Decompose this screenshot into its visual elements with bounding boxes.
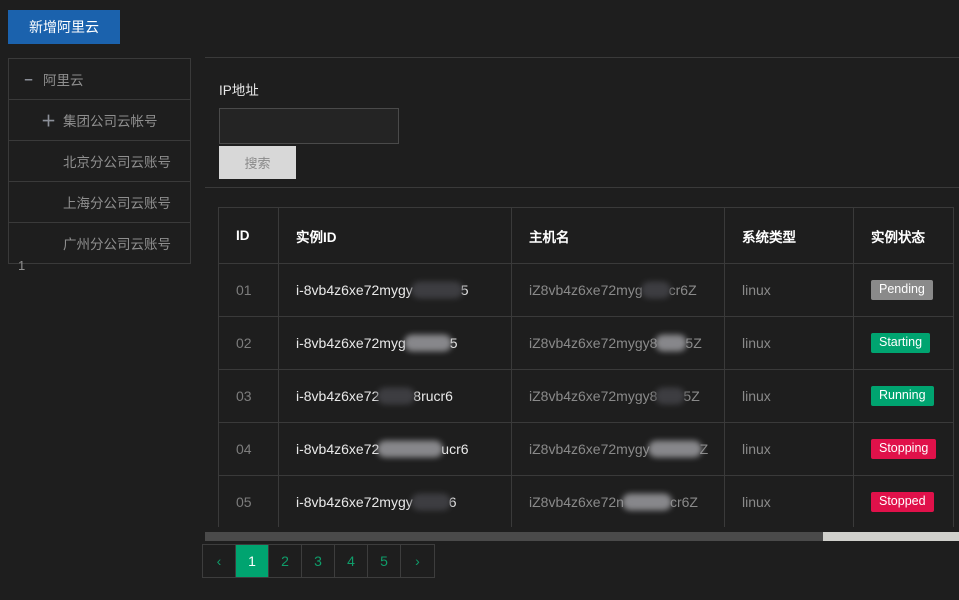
tree-footnote: 1 [18, 258, 26, 273]
cell-hostname-suffix: cr6Z [668, 282, 697, 298]
cell-hostname-suffix: 5Z [685, 335, 702, 351]
cell-instance-id: i-8vb4z6xe72 8rucr6 [278, 369, 512, 423]
redaction-patch [377, 387, 415, 405]
scrollbar-thumb[interactable] [205, 532, 824, 541]
cell-id: 02 [218, 316, 279, 370]
pagination-page-5[interactable]: 5 [368, 545, 401, 577]
cell-instance-id-prefix: i-8vb4z6xe72mygy [296, 282, 413, 298]
cell-instance-id: i-8vb4z6xe72mygy 5 [278, 263, 512, 317]
cell-hostname-prefix: iZ8vb4z6xe72n [529, 494, 624, 510]
cell-os-type: linux [724, 369, 854, 423]
pagination-prev[interactable]: ‹ [203, 545, 236, 577]
cell-id: 04 [218, 422, 279, 476]
tree-item-label: 集团公司云帐号 [63, 114, 158, 129]
pagination-next[interactable]: › [401, 545, 434, 577]
redaction-patch [641, 281, 671, 299]
column-header-4: 实例状态 [853, 207, 954, 264]
column-header-1: 实例ID [278, 207, 512, 264]
cell-os-type: linux [724, 263, 854, 317]
tree-item-3[interactable]: 上海分公司云账号 [9, 182, 190, 223]
cell-id: 05 [218, 475, 279, 527]
pagination-page-1[interactable]: 1 [236, 545, 269, 577]
ip-address-label: IP地址 [219, 83, 259, 98]
cell-hostname: iZ8vb4z6xe72mygy Z [511, 422, 725, 476]
cell-instance-id-prefix: i-8vb4z6xe72mygy [296, 494, 413, 510]
cell-hostname-suffix: cr6Z [669, 494, 698, 510]
cell-hostname: iZ8vb4z6xe72mygy8 5Z [511, 316, 725, 370]
cell-id: 01 [218, 263, 279, 317]
cloud-account-tree: – 阿里云 ＋ 集团公司云帐号 北京分公司云账号 上海分公司云账号 广州分公司云账号 [8, 58, 191, 264]
redaction-patch [622, 493, 672, 511]
cell-hostname: iZ8vb4z6xe72mygy8 5Z [511, 369, 725, 423]
cell-os-type: linux [724, 316, 854, 370]
cell-instance-state: Starting [853, 316, 954, 370]
tree-item-label: 北京分公司云账号 [63, 155, 171, 170]
instance-table-panel: ID 实例ID 主机名 系统类型 实例状态 01 i-8vb4z6xe72mygy 5 iZ8… [205, 187, 959, 527]
table-row[interactable]: 03 i-8vb4z6xe72 8rucr6 iZ8vb4z6xe72mygy8 5Z l… [218, 369, 954, 423]
cell-instance-state: Stopped [853, 475, 954, 527]
cell-instance-id-suffix: 8rucr6 [413, 388, 453, 404]
cell-hostname-prefix: iZ8vb4z6xe72myg [529, 282, 643, 298]
status-badge: Stopped [871, 491, 934, 513]
tree-item-4[interactable]: 广州分公司云账号 [9, 223, 190, 264]
cell-instance-id-prefix: i-8vb4z6xe72myg [296, 335, 406, 351]
cell-hostname-prefix: iZ8vb4z6xe72mygy [529, 441, 650, 457]
cell-hostname-prefix: iZ8vb4z6xe72mygy8 [529, 388, 658, 404]
redaction-patch [404, 334, 452, 352]
tree-item-2[interactable]: 北京分公司云账号 [9, 141, 190, 182]
column-header-2: 主机名 [511, 207, 725, 264]
status-badge: Stopping [871, 438, 937, 460]
tree-item-0[interactable]: – 阿里云 [9, 59, 190, 100]
cell-instance-id-suffix: ucr6 [441, 441, 469, 457]
tree-item-label: 广州分公司云账号 [63, 237, 171, 252]
status-badge: Pending [871, 279, 933, 301]
cell-instance-state: Running [853, 369, 954, 423]
column-header-3: 系统类型 [724, 207, 854, 264]
add-aliyun-button[interactable]: 新增阿里云 [8, 10, 120, 44]
status-badge: Running [871, 385, 934, 407]
ip-address-input[interactable] [219, 108, 399, 144]
redaction-patch [655, 334, 687, 352]
tree-item-label: 上海分公司云账号 [63, 196, 171, 211]
instance-table: ID 实例ID 主机名 系统类型 实例状态 01 i-8vb4z6xe72mygy 5 iZ8… [218, 207, 954, 527]
redaction-patch [411, 281, 463, 299]
search-button[interactable]: 搜索 [219, 146, 296, 179]
cell-instance-id-prefix: i-8vb4z6xe72 [296, 388, 380, 404]
cell-hostname-suffix: 5Z [683, 388, 700, 404]
redaction-patch [648, 440, 702, 458]
search-panel: IP地址 搜索 [205, 57, 959, 187]
redaction-patch [655, 387, 685, 405]
redaction-patch [377, 440, 443, 458]
cell-hostname-prefix: iZ8vb4z6xe72mygy8 [529, 335, 658, 351]
cell-instance-id-prefix: i-8vb4z6xe72 [296, 441, 380, 457]
plus-icon[interactable]: ＋ [41, 110, 56, 131]
cell-id: 03 [218, 369, 279, 423]
redaction-patch [411, 493, 451, 511]
minus-icon[interactable]: – [21, 71, 36, 88]
table-row[interactable]: 02 i-8vb4z6xe72myg 5 iZ8vb4z6xe72mygy8 5Z lin… [218, 316, 954, 370]
pagination-page-2[interactable]: 2 [269, 545, 302, 577]
app-root: 新增阿里云 – 阿里云 ＋ 集团公司云帐号 北京分公司云账号 上海分公司云账号 广州分公司云… [0, 0, 959, 600]
cell-instance-state: Stopping [853, 422, 954, 476]
column-header-0: ID [218, 207, 279, 264]
horizontal-scrollbar[interactable] [205, 532, 959, 541]
table-row[interactable]: 01 i-8vb4z6xe72mygy 5 iZ8vb4z6xe72myg cr6Z li… [218, 263, 954, 317]
cell-instance-id: i-8vb4z6xe72 ucr6 [278, 422, 512, 476]
cell-instance-id: i-8vb4z6xe72myg 5 [278, 316, 512, 370]
tree-item-label: 阿里云 [43, 73, 84, 88]
cell-hostname: iZ8vb4z6xe72myg cr6Z [511, 263, 725, 317]
table-row[interactable]: 04 i-8vb4z6xe72 ucr6 iZ8vb4z6xe72mygy Zlinux… [218, 422, 954, 476]
tree-item-1[interactable]: ＋ 集团公司云帐号 [9, 100, 190, 141]
table-row[interactable]: 05 i-8vb4z6xe72mygy 6 iZ8vb4z6xe72n cr6Z linu… [218, 475, 954, 527]
status-badge: Starting [871, 332, 931, 354]
pagination-page-4[interactable]: 4 [335, 545, 368, 577]
table-header-row: ID 实例ID 主机名 系统类型 实例状态 [218, 207, 954, 264]
cell-instance-id: i-8vb4z6xe72mygy 6 [278, 475, 512, 527]
cell-instance-state: Pending [853, 263, 954, 317]
pagination: ‹ 1 2 3 4 5 › [202, 544, 435, 578]
cell-os-type: linux [724, 422, 854, 476]
pagination-page-3[interactable]: 3 [302, 545, 335, 577]
cell-os-type: linux [724, 475, 854, 527]
cell-hostname: iZ8vb4z6xe72n cr6Z [511, 475, 725, 527]
